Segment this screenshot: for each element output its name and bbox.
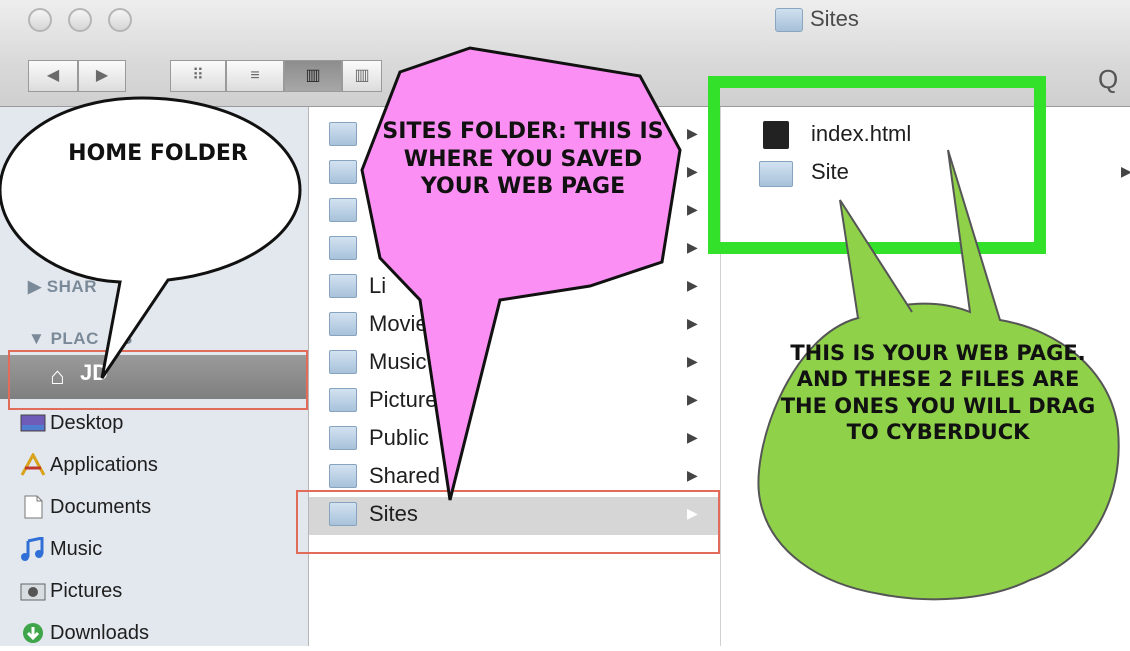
disclosure-arrow-icon: ▶ — [687, 125, 698, 141]
sidebar-item-label: Pictures — [50, 580, 123, 602]
home-callout-text: Home folder — [68, 141, 248, 166]
sidebar-item-label: Applications — [50, 454, 158, 476]
sidebar-item-label: Desktop — [50, 412, 124, 434]
disclosure-arrow-icon: ▶ — [687, 391, 698, 407]
sites-folder-highlight — [296, 490, 720, 554]
public-folder-icon — [329, 426, 357, 450]
list-item[interactable]: Movies ▶ — [309, 307, 720, 345]
list-item[interactable]: ▶ — [309, 231, 720, 269]
folder-icon — [329, 198, 357, 222]
close-window-button[interactable] — [28, 8, 52, 32]
list-item[interactable]: Li ▶ — [309, 269, 720, 307]
zoom-window-button[interactable] — [108, 8, 132, 32]
back-button[interactable]: ◀ — [28, 60, 78, 92]
downloads-icon — [23, 623, 43, 643]
disclosure-arrow-icon: ▶ — [687, 239, 698, 255]
folder-icon — [329, 122, 357, 146]
disclosure-arrow-icon: ▶ — [1121, 163, 1130, 179]
sites-folder-icon — [775, 8, 803, 32]
window-title: Sites — [810, 6, 859, 31]
files-callout-text: This is your web page. And these 2 files… — [770, 340, 1106, 445]
list-item[interactable]: Pictures ▶ — [309, 383, 720, 421]
icon-view-button[interactable]: ⠿ — [170, 60, 226, 92]
files-callout-line: And these 2 files are the ones you will … — [780, 367, 1096, 444]
music-icon — [21, 537, 44, 561]
disclosure-arrow-icon: ▶ — [687, 353, 698, 369]
sidebar-item-label: Documents — [50, 496, 152, 518]
pictures-icon — [20, 583, 46, 601]
files-highlight — [708, 76, 1046, 254]
documents-icon — [24, 495, 43, 519]
sidebar-header-places[interactable]: ▼ PLAC S — [28, 329, 133, 349]
disclosure-arrow-icon: ▶ — [687, 277, 698, 293]
disclosure-arrow-icon: ▶ — [687, 467, 698, 483]
music-folder-icon — [329, 350, 357, 374]
minimize-window-button[interactable] — [68, 8, 92, 32]
list-item[interactable]: Public ▶ — [309, 421, 720, 459]
coverflow-view-button[interactable]: ▥ — [342, 60, 382, 92]
library-folder-icon — [329, 274, 357, 298]
applications-icon — [20, 453, 46, 476]
forward-button[interactable]: ▶ — [78, 60, 126, 92]
sidebar-item-label: Music — [50, 538, 103, 560]
sidebar-header-shared[interactable]: ▶ SHAR D — [28, 277, 140, 297]
disclosure-arrow-icon: ▶ — [687, 429, 698, 445]
desktop-icon — [20, 414, 46, 432]
files-callout-line: This is your web page. — [790, 341, 1086, 365]
folder-icon — [329, 160, 357, 184]
movies-folder-icon — [329, 312, 357, 336]
folder-icon — [329, 236, 357, 260]
disclosure-arrow-icon: ▶ — [687, 315, 698, 331]
list-item[interactable]: Music ▶ — [309, 345, 720, 383]
disclosure-arrow-icon: ▶ — [687, 163, 698, 179]
search-icon[interactable]: Q — [1098, 64, 1118, 95]
list-view-button[interactable]: ≡ — [226, 60, 284, 92]
pictures-folder-icon — [329, 388, 357, 412]
sites-callout-text: Sites folder: this is where you saved yo… — [382, 119, 664, 199]
home-folder-highlight — [8, 350, 308, 410]
shared-folder-icon — [329, 464, 357, 488]
disclosure-arrow-icon: ▶ — [687, 201, 698, 217]
column-view-button[interactable]: ▥ — [284, 60, 342, 92]
